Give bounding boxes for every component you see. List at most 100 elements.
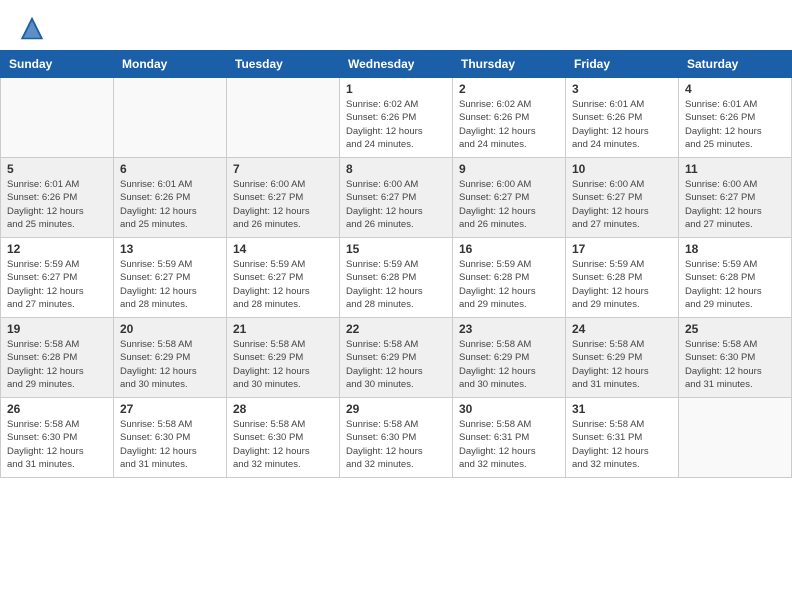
day-number: 13 [120,242,220,256]
header-tuesday: Tuesday [227,51,340,78]
calendar-cell [679,398,792,478]
day-number: 28 [233,402,333,416]
day-info: Sunrise: 5:58 AM Sunset: 6:30 PM Dayligh… [7,418,107,471]
day-info: Sunrise: 6:00 AM Sunset: 6:27 PM Dayligh… [346,178,446,231]
day-number: 29 [346,402,446,416]
day-number: 21 [233,322,333,336]
day-info: Sunrise: 5:59 AM Sunset: 6:27 PM Dayligh… [7,258,107,311]
calendar-cell: 4 Sunrise: 6:01 AM Sunset: 6:26 PM Daylig… [679,78,792,158]
day-number: 5 [7,162,107,176]
calendar-cell: 12 Sunrise: 5:59 AM Sunset: 6:27 PM Dayli… [1,238,114,318]
day-number: 18 [685,242,785,256]
day-number: 20 [120,322,220,336]
calendar-cell: 21 Sunrise: 5:58 AM Sunset: 6:29 PM Dayli… [227,318,340,398]
day-number: 17 [572,242,672,256]
calendar-cell: 16 Sunrise: 5:59 AM Sunset: 6:28 PM Dayli… [453,238,566,318]
day-number: 26 [7,402,107,416]
day-info: Sunrise: 5:59 AM Sunset: 6:28 PM Dayligh… [346,258,446,311]
day-number: 25 [685,322,785,336]
day-info: Sunrise: 6:02 AM Sunset: 6:26 PM Dayligh… [346,98,446,151]
calendar-cell: 30 Sunrise: 5:58 AM Sunset: 6:31 PM Dayli… [453,398,566,478]
day-info: Sunrise: 5:58 AM Sunset: 6:29 PM Dayligh… [572,338,672,391]
header-sunday: Sunday [1,51,114,78]
day-info: Sunrise: 6:01 AM Sunset: 6:26 PM Dayligh… [120,178,220,231]
day-number: 3 [572,82,672,96]
day-info: Sunrise: 6:02 AM Sunset: 6:26 PM Dayligh… [459,98,559,151]
calendar-cell: 17 Sunrise: 5:59 AM Sunset: 6:28 PM Dayli… [566,238,679,318]
calendar-cell: 31 Sunrise: 5:58 AM Sunset: 6:31 PM Dayli… [566,398,679,478]
header-wednesday: Wednesday [340,51,453,78]
calendar-cell: 8Sunrise: 6:00 AM Sunset: 6:27 PM Daylig… [340,158,453,238]
calendar-cell [114,78,227,158]
week-row-5: 26 Sunrise: 5:58 AM Sunset: 6:30 PM Dayli… [1,398,792,478]
day-info: Sunrise: 5:58 AM Sunset: 6:30 PM Dayligh… [346,418,446,471]
week-row-1: 1 Sunrise: 6:02 AM Sunset: 6:26 PM Daylig… [1,78,792,158]
day-info: Sunrise: 5:58 AM Sunset: 6:29 PM Dayligh… [120,338,220,391]
calendar-cell: 6 Sunrise: 6:01 AM Sunset: 6:26 PM Daylig… [114,158,227,238]
header-thursday: Thursday [453,51,566,78]
calendar-cell: 3 Sunrise: 6:01 AM Sunset: 6:26 PM Daylig… [566,78,679,158]
calendar-cell: 9Sunrise: 6:00 AM Sunset: 6:27 PM Daylig… [453,158,566,238]
calendar-cell: 10Sunrise: 6:00 AM Sunset: 6:27 PM Dayli… [566,158,679,238]
calendar-cell: 5Sunrise: 6:01 AM Sunset: 6:26 PM Daylig… [1,158,114,238]
day-info: Sunrise: 5:58 AM Sunset: 6:30 PM Dayligh… [233,418,333,471]
header-friday: Friday [566,51,679,78]
calendar-cell: 15 Sunrise: 5:59 AM Sunset: 6:28 PM Dayli… [340,238,453,318]
header-saturday: Saturday [679,51,792,78]
day-number: 11 [685,162,785,176]
calendar-cell: 25 Sunrise: 5:58 AM Sunset: 6:30 PM Dayli… [679,318,792,398]
calendar-table: SundayMondayTuesdayWednesdayThursdayFrid… [0,50,792,478]
calendar-cell: 7 Sunrise: 6:00 AM Sunset: 6:27 PM Daylig… [227,158,340,238]
day-number: 19 [7,322,107,336]
calendar-cell: 19 Sunrise: 5:58 AM Sunset: 6:28 PM Dayli… [1,318,114,398]
calendar-cell: 23Sunrise: 5:58 AM Sunset: 6:29 PM Dayli… [453,318,566,398]
day-number: 15 [346,242,446,256]
calendar-cell: 18 Sunrise: 5:59 AM Sunset: 6:28 PM Dayli… [679,238,792,318]
day-number: 10 [572,162,672,176]
day-info: Sunrise: 5:58 AM Sunset: 6:29 PM Dayligh… [459,338,559,391]
week-row-2: 5 Sunrise: 6:01 AM Sunset: 6:26 PM Daylig… [1,158,792,238]
day-number: 30 [459,402,559,416]
day-info: Sunrise: 5:58 AM Sunset: 6:31 PM Dayligh… [572,418,672,471]
day-info: Sunrise: 5:59 AM Sunset: 6:28 PM Dayligh… [572,258,672,311]
day-info: Sunrise: 6:01 AM Sunset: 6:26 PM Dayligh… [685,98,785,151]
day-info: Sunrise: 5:58 AM Sunset: 6:30 PM Dayligh… [685,338,785,391]
day-number: 7 [233,162,333,176]
calendar-cell: 27 Sunrise: 5:58 AM Sunset: 6:30 PM Dayli… [114,398,227,478]
day-info: Sunrise: 5:58 AM Sunset: 6:29 PM Dayligh… [233,338,333,391]
day-info: Sunrise: 6:00 AM Sunset: 6:27 PM Dayligh… [685,178,785,231]
day-info: Sunrise: 5:58 AM Sunset: 6:28 PM Dayligh… [7,338,107,391]
week-row-4: 19 Sunrise: 5:58 AM Sunset: 6:28 PM Dayli… [1,318,792,398]
week-row-3: 12 Sunrise: 5:59 AM Sunset: 6:27 PM Dayli… [1,238,792,318]
calendar-cell: 24Sunrise: 5:58 AM Sunset: 6:29 PM Dayli… [566,318,679,398]
day-info: Sunrise: 5:58 AM Sunset: 6:29 PM Dayligh… [346,338,446,391]
calendar-cell: 29 Sunrise: 5:58 AM Sunset: 6:30 PM Dayli… [340,398,453,478]
page-header [0,0,792,50]
day-info: Sunrise: 6:00 AM Sunset: 6:27 PM Dayligh… [459,178,559,231]
day-number: 31 [572,402,672,416]
calendar-cell: 22Sunrise: 5:58 AM Sunset: 6:29 PM Dayli… [340,318,453,398]
calendar-cell: 13 Sunrise: 5:59 AM Sunset: 6:27 PM Dayli… [114,238,227,318]
calendar-cell: 1 Sunrise: 6:02 AM Sunset: 6:26 PM Daylig… [340,78,453,158]
day-number: 12 [7,242,107,256]
day-number: 27 [120,402,220,416]
day-number: 6 [120,162,220,176]
calendar-cell: 2Sunrise: 6:02 AM Sunset: 6:26 PM Daylig… [453,78,566,158]
day-info: Sunrise: 6:01 AM Sunset: 6:26 PM Dayligh… [572,98,672,151]
day-info: Sunrise: 5:59 AM Sunset: 6:28 PM Dayligh… [459,258,559,311]
day-info: Sunrise: 6:00 AM Sunset: 6:27 PM Dayligh… [233,178,333,231]
day-info: Sunrise: 5:59 AM Sunset: 6:27 PM Dayligh… [233,258,333,311]
day-number: 1 [346,82,446,96]
day-number: 16 [459,242,559,256]
calendar-cell [227,78,340,158]
day-number: 4 [685,82,785,96]
calendar-cell [1,78,114,158]
day-info: Sunrise: 5:58 AM Sunset: 6:31 PM Dayligh… [459,418,559,471]
calendar-cell: 20 Sunrise: 5:58 AM Sunset: 6:29 PM Dayli… [114,318,227,398]
day-info: Sunrise: 5:59 AM Sunset: 6:28 PM Dayligh… [685,258,785,311]
calendar-cell: 11 Sunrise: 6:00 AM Sunset: 6:27 PM Dayli… [679,158,792,238]
calendar-header-row: SundayMondayTuesdayWednesdayThursdayFrid… [1,51,792,78]
logo [18,14,50,42]
day-info: Sunrise: 5:59 AM Sunset: 6:27 PM Dayligh… [120,258,220,311]
day-info: Sunrise: 5:58 AM Sunset: 6:30 PM Dayligh… [120,418,220,471]
